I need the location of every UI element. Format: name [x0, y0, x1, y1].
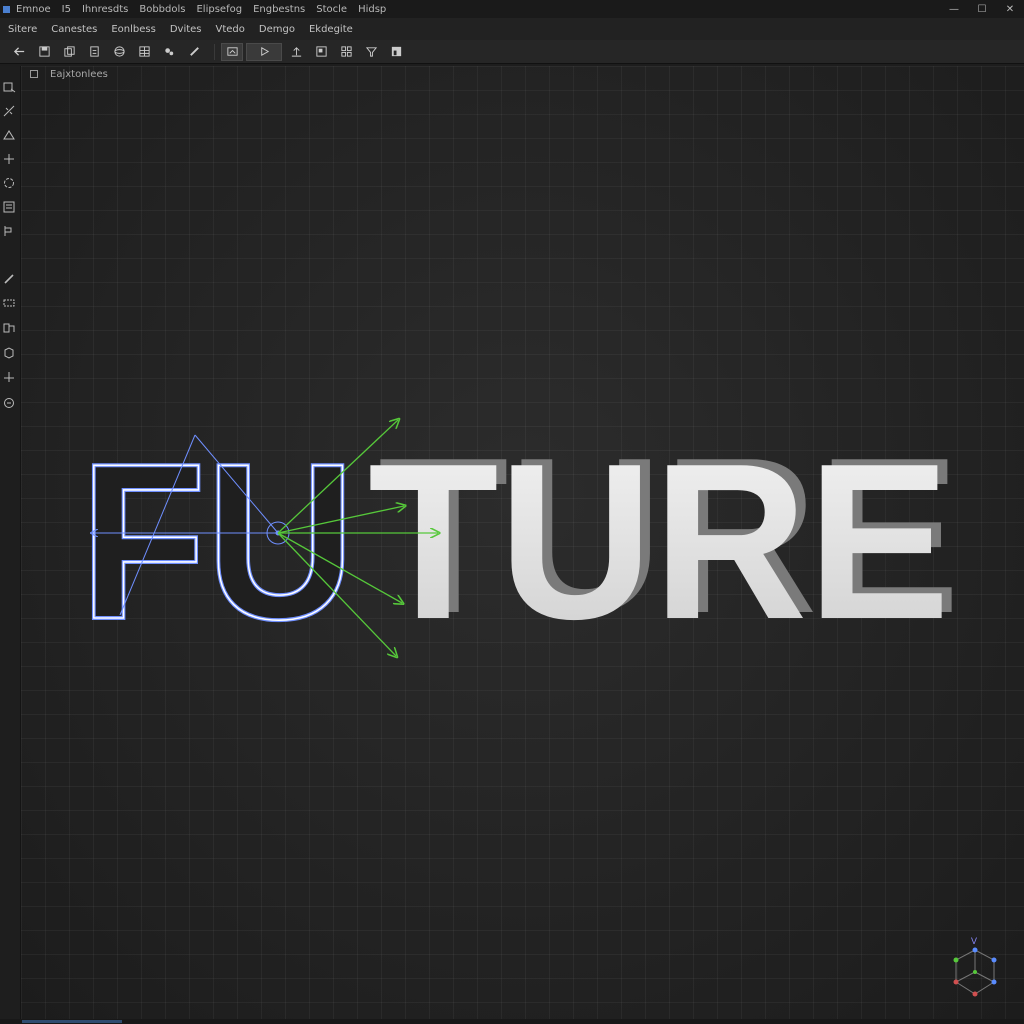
- grid-icon[interactable]: [335, 43, 357, 61]
- title-menu-item[interactable]: Engbestns: [253, 4, 305, 15]
- toolbar-divider: [214, 43, 215, 60]
- window-controls: — ☐ ✕: [948, 0, 1016, 18]
- title-menu-item[interactable]: Bobbdols: [139, 4, 185, 15]
- app-logo-icon: [3, 5, 10, 13]
- title-menu-item[interactable]: Stocle: [316, 4, 347, 15]
- orientation-gizmo[interactable]: V: [953, 936, 997, 997]
- menu-item[interactable]: Vtedo: [216, 24, 245, 35]
- rotate-icon[interactable]: [2, 176, 16, 190]
- title-menu-item[interactable]: Elipsefog: [196, 4, 242, 15]
- status-bar: [0, 1019, 1024, 1024]
- sphere-icon[interactable]: [108, 43, 130, 61]
- save-icon[interactable]: [33, 43, 55, 61]
- menu-bar: Sitere Canestes Eonlbess Dvites Vtedo De…: [0, 18, 1024, 40]
- draw-icon[interactable]: [2, 296, 16, 310]
- anchor-icon[interactable]: [2, 396, 16, 410]
- close-icon[interactable]: ✕: [1004, 4, 1016, 15]
- left-tool-palette: [0, 66, 21, 1024]
- menu-item[interactable]: Canestes: [51, 24, 97, 35]
- layout-icon[interactable]: [310, 43, 332, 61]
- scale-icon[interactable]: [2, 200, 16, 214]
- edit-icon[interactable]: [2, 272, 16, 286]
- menu-item[interactable]: Dvites: [170, 24, 202, 35]
- title-bar: Emnoe I5 Ihnresdts Bobbdols Elipsefog En…: [0, 0, 1024, 18]
- frame-icon[interactable]: [221, 42, 243, 61]
- upload-icon[interactable]: [285, 43, 307, 61]
- minimize-icon[interactable]: —: [948, 4, 960, 15]
- mesh-icon[interactable]: [2, 224, 16, 238]
- menu-item[interactable]: Ekdegite: [309, 24, 353, 35]
- box-icon[interactable]: [2, 346, 16, 360]
- scene-canvas: TURE TURE FU FU V: [78, 412, 997, 997]
- measure-icon[interactable]: [2, 320, 16, 334]
- title-menu: Emnoe I5 Ihnresdts Bobbdols Elipsefog En…: [16, 4, 386, 15]
- title-menu-item[interactable]: Hidsp: [358, 4, 386, 15]
- copy-icon[interactable]: [58, 43, 80, 61]
- gizmo-axis-label: V: [971, 936, 977, 946]
- title-menu-item[interactable]: Ihnresdts: [82, 4, 128, 15]
- progress-indicator: [22, 1020, 122, 1023]
- toolbar: [0, 40, 1024, 64]
- maximize-icon[interactable]: ☐: [976, 4, 988, 15]
- viewport-menu-icon[interactable]: [30, 70, 38, 78]
- select-icon[interactable]: [2, 80, 16, 94]
- title-menu-item[interactable]: Emnoe: [16, 4, 51, 15]
- filter-icon[interactable]: [360, 43, 382, 61]
- play-icon[interactable]: [246, 42, 282, 61]
- add-icon[interactable]: [2, 152, 16, 166]
- solid-text-main[interactable]: TURE: [368, 418, 950, 666]
- menu-item[interactable]: Demgo: [259, 24, 295, 35]
- viewport-label: Eajxtonlees: [50, 69, 108, 80]
- title-menu-item[interactable]: I5: [62, 4, 71, 15]
- brush-icon[interactable]: [158, 43, 180, 61]
- 3d-viewport[interactable]: TURE TURE FU FU V: [21, 66, 1024, 1020]
- clipboard-icon[interactable]: [83, 43, 105, 61]
- wireframe-text-inner: FU: [80, 418, 355, 666]
- menu-item[interactable]: Sitere: [8, 24, 37, 35]
- panel-icon[interactable]: [385, 43, 407, 61]
- back-arrow-icon[interactable]: [8, 43, 30, 61]
- transform-icon[interactable]: [2, 104, 16, 118]
- camera-icon[interactable]: [2, 370, 16, 384]
- pen-icon[interactable]: [183, 43, 205, 61]
- menu-item[interactable]: Eonlbess: [111, 24, 155, 35]
- move-icon[interactable]: [2, 128, 16, 142]
- table-icon[interactable]: [133, 43, 155, 61]
